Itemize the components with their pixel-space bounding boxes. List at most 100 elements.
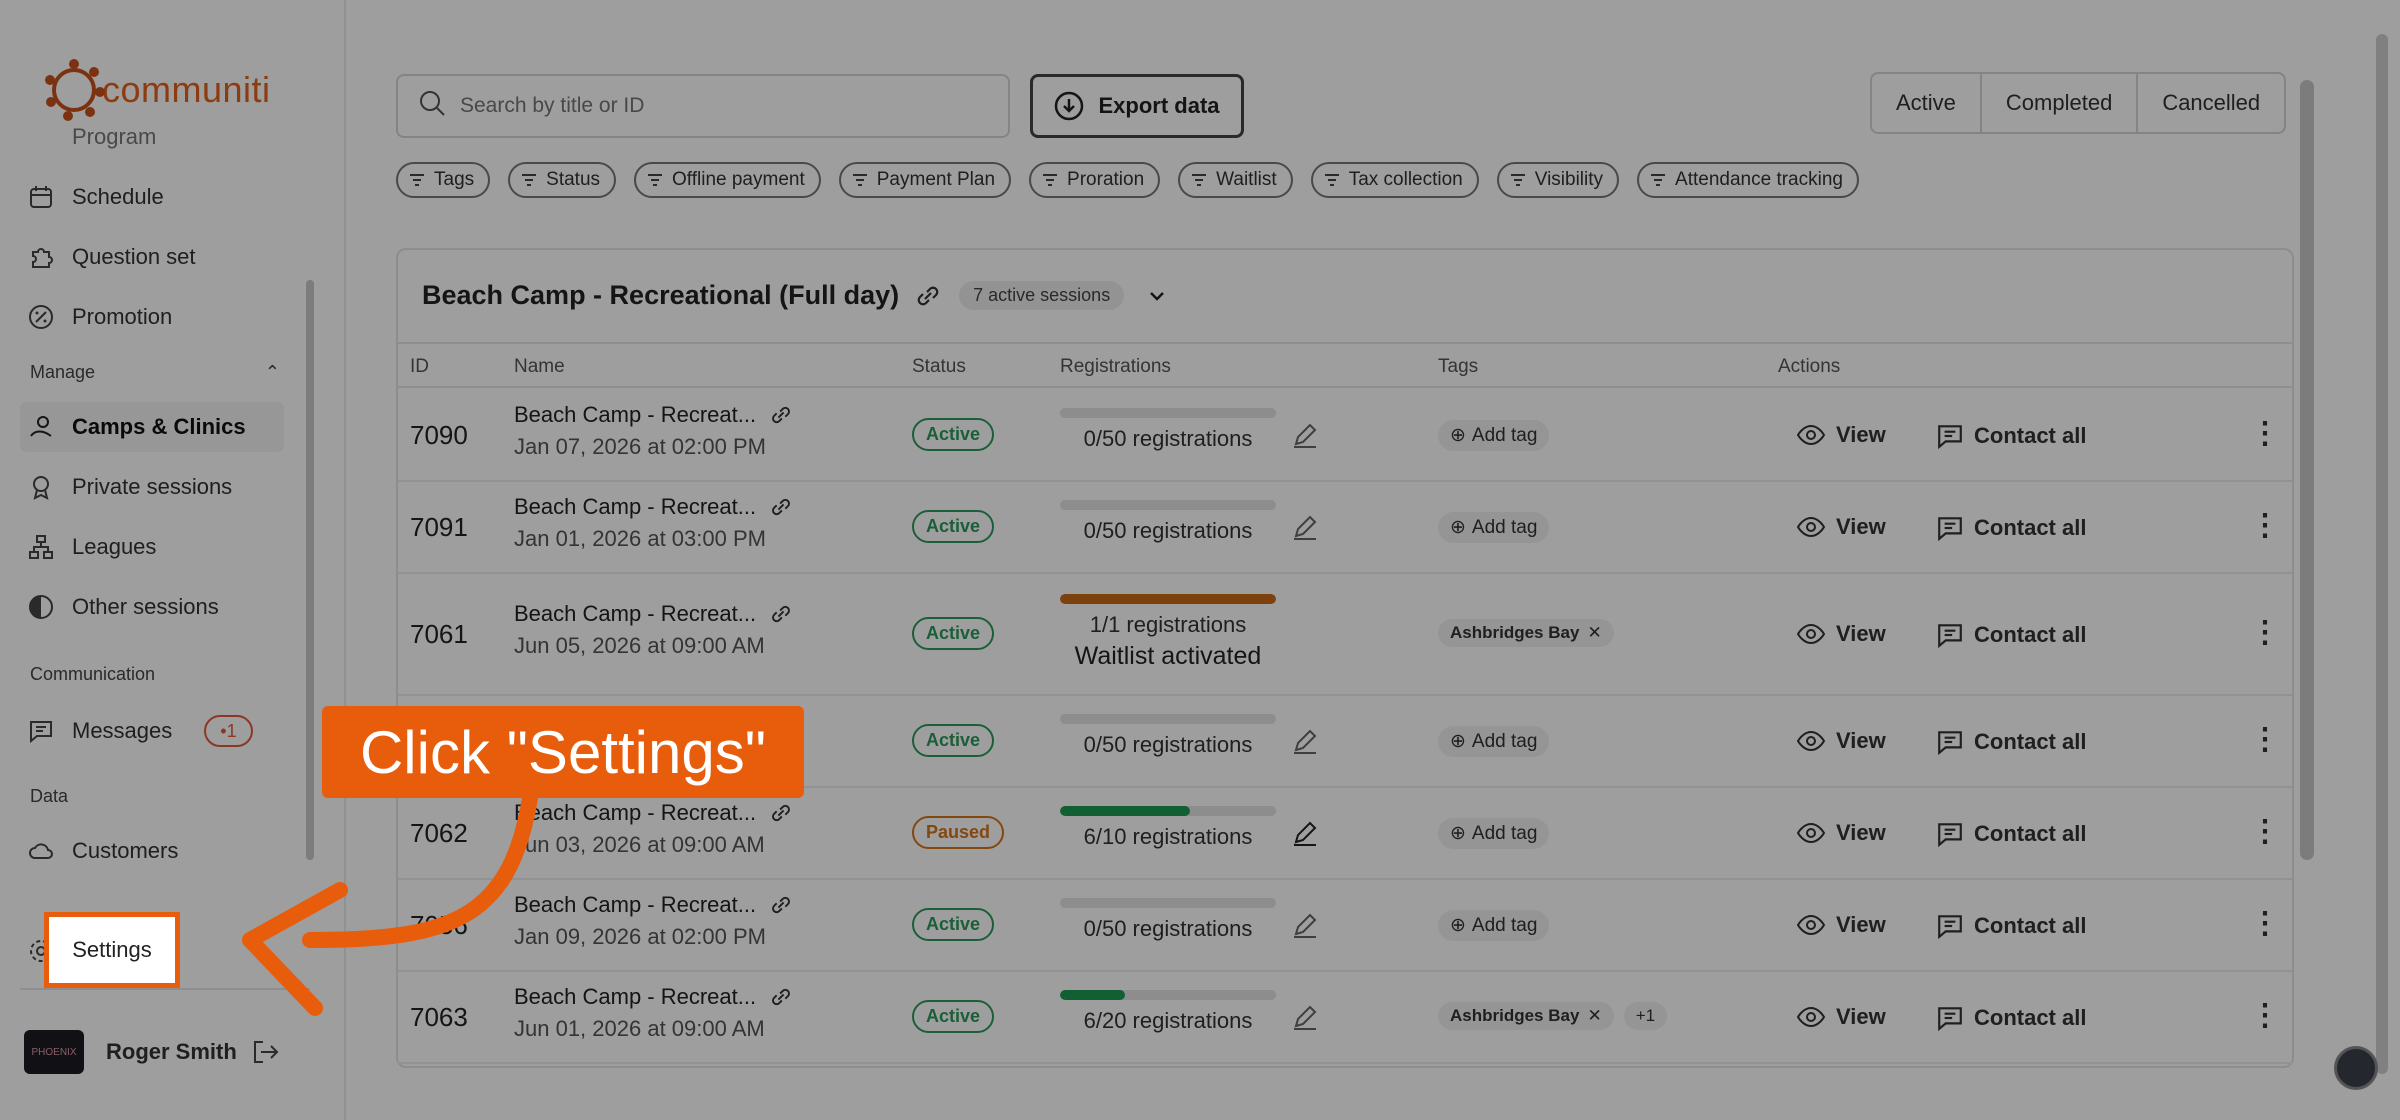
main-scrollbar[interactable] <box>2300 80 2314 860</box>
table-row[interactable]: 7062 Beach Camp - Recreat... Jun 03, 2026 … <box>398 788 2292 880</box>
view-button[interactable]: View <box>1796 728 1886 754</box>
sidebar-item-private-sessions[interactable]: Private sessions <box>26 462 232 512</box>
sidebar-item-leagues[interactable]: Leagues <box>26 522 156 572</box>
row-name[interactable]: Beach Camp - Recreat... <box>514 800 756 826</box>
row-name[interactable]: Beach Camp - Recreat... <box>514 601 756 627</box>
sidebar-item-customers[interactable]: Customers <box>26 826 178 876</box>
view-button[interactable]: View <box>1796 422 1886 448</box>
edit-icon[interactable] <box>1290 726 1320 756</box>
kebab-menu-icon[interactable]: ⋮ <box>2250 814 2280 849</box>
tab-completed[interactable]: Completed <box>1982 74 2139 132</box>
link-icon[interactable] <box>913 281 943 311</box>
search-box[interactable] <box>396 74 1010 138</box>
filter-label: Tax collection <box>1348 169 1463 190</box>
edit-icon[interactable] <box>1290 512 1320 542</box>
view-button[interactable]: View <box>1796 621 1886 647</box>
contact-all-button[interactable]: Contact all <box>1936 912 2086 940</box>
export-label: Export data <box>1098 93 1220 118</box>
row-name[interactable]: Beach Camp - Recreat... <box>514 984 756 1010</box>
filter-icon <box>851 171 869 189</box>
link-icon[interactable] <box>768 892 794 918</box>
filter-chip[interactable]: Offline payment <box>634 162 821 198</box>
sidebar-item-camps-clinics[interactable]: Camps & Clinics <box>20 402 284 452</box>
puzzle-icon <box>26 242 56 272</box>
page-scrollbar[interactable] <box>2376 34 2388 1074</box>
add-tag-button[interactable]: ⊕ Add tag <box>1438 420 1550 451</box>
kebab-menu-icon[interactable]: ⋮ <box>2250 906 2280 941</box>
filter-chip[interactable]: Waitlist <box>1178 162 1293 198</box>
help-chat-icon[interactable] <box>2334 1046 2378 1090</box>
edit-icon[interactable] <box>1290 420 1320 450</box>
link-icon[interactable] <box>768 494 794 520</box>
table-row[interactable]: 7091 Beach Camp - Recreat... Jan 01, 2026 … <box>398 482 2292 574</box>
contact-all-button[interactable]: Contact all <box>1936 728 2086 756</box>
manage-section-header[interactable]: Manage ⌃ <box>30 362 280 383</box>
chevron-down-icon[interactable] <box>1146 285 1168 307</box>
add-tag-button[interactable]: ⊕ Add tag <box>1438 512 1550 543</box>
edit-icon[interactable] <box>1290 1002 1320 1032</box>
close-icon[interactable]: ✕ <box>1587 1006 1601 1026</box>
link-icon[interactable] <box>768 402 794 428</box>
contact-all-button[interactable]: Contact all <box>1936 1004 2086 1032</box>
tab-active[interactable]: Active <box>1872 74 1982 132</box>
view-button[interactable]: View <box>1796 1004 1886 1030</box>
edit-icon[interactable] <box>1290 910 1320 940</box>
export-data-button[interactable]: Export data <box>1030 74 1244 138</box>
sidebar-item-promotion[interactable]: Promotion <box>26 292 172 342</box>
kebab-menu-icon[interactable]: ⋮ <box>2250 722 2280 757</box>
sidebar-scrollbar[interactable] <box>306 280 314 860</box>
kebab-menu-icon[interactable]: ⋮ <box>2250 998 2280 1033</box>
kebab-menu-icon[interactable]: ⋮ <box>2250 615 2280 650</box>
row-name[interactable]: Beach Camp - Recreat... <box>514 402 756 428</box>
view-button[interactable]: View <box>1796 820 1886 846</box>
more-tags-badge[interactable]: +1 <box>1623 1002 1668 1030</box>
table-row[interactable]: 7063 Beach Camp - Recreat... Jun 01, 2026 … <box>398 972 2292 1064</box>
table-row[interactable]: 7061 Beach Camp - Recreat... Jun 05, 2026 … <box>398 574 2292 696</box>
add-tag-button[interactable]: ⊕ Add tag <box>1438 818 1550 849</box>
row-name[interactable]: Beach Camp - Recreat... <box>514 494 756 520</box>
link-icon[interactable] <box>768 601 794 627</box>
sidebar-item-other-sessions[interactable]: Other sessions <box>26 582 219 632</box>
sidebar-item-program[interactable]: Program <box>26 112 156 162</box>
view-button[interactable]: View <box>1796 912 1886 938</box>
link-icon[interactable] <box>768 984 794 1010</box>
search-input[interactable] <box>460 94 980 118</box>
row-name[interactable]: Beach Camp - Recreat... <box>514 892 756 918</box>
filter-chip[interactable]: Status <box>508 162 617 198</box>
settings-highlight[interactable]: Settings <box>44 912 180 988</box>
registration-progress-bar <box>1060 898 1276 908</box>
status-badge: Active <box>912 617 995 650</box>
registration-count: 1/1 registrations <box>1089 612 1247 637</box>
tag-chip[interactable]: Ashbridges Bay ✕ <box>1438 1002 1614 1030</box>
close-icon[interactable]: ✕ <box>1587 623 1601 643</box>
table-row[interactable]: 7090 Beach Camp - Recreat... Jan 07, 2026 … <box>398 390 2292 482</box>
sidebar-item-messages[interactable]: Messages • 1 <box>26 706 253 756</box>
filter-chip[interactable]: Visibility <box>1496 162 1620 198</box>
contact-all-button[interactable]: Contact all <box>1936 621 2086 649</box>
contact-all-button[interactable]: Contact all <box>1936 514 2086 542</box>
contact-all-button[interactable]: Contact all <box>1936 422 2086 450</box>
kebab-menu-icon[interactable]: ⋮ <box>2250 508 2280 543</box>
sidebar-item-schedule[interactable]: Schedule <box>26 172 164 222</box>
add-tag-button[interactable]: ⊕ Add tag <box>1438 726 1550 757</box>
filter-chip[interactable]: Tax collection <box>1310 162 1479 198</box>
add-tag-button[interactable]: ⊕ Add tag <box>1438 910 1550 941</box>
tag-chip[interactable]: Ashbridges Bay ✕ <box>1438 619 1614 647</box>
view-button[interactable]: View <box>1796 514 1886 540</box>
logout-icon[interactable] <box>251 1038 279 1066</box>
sidebar-item-question-set[interactable]: Question set <box>26 232 196 282</box>
sidebar-item-label: Question set <box>72 244 196 269</box>
add-tag-label: Add tag <box>1471 822 1538 844</box>
table-row[interactable]: 7056 Beach Camp - Recreat... Jan 09, 2026 … <box>398 880 2292 972</box>
filter-chip[interactable]: Payment Plan <box>838 162 1012 198</box>
link-icon[interactable] <box>768 800 794 826</box>
filter-chip[interactable]: Proration <box>1029 162 1161 198</box>
contact-all-button[interactable]: Contact all <box>1936 820 2086 848</box>
filter-chip[interactable]: Tags <box>396 162 491 198</box>
filter-chip[interactable]: Attendance tracking <box>1637 162 1859 198</box>
kebab-menu-icon[interactable]: ⋮ <box>2250 416 2280 451</box>
user-profile[interactable]: PHOENIX Roger Smith <box>24 1030 279 1074</box>
edit-icon[interactable] <box>1290 818 1320 848</box>
filter-icon <box>1190 171 1208 189</box>
tab-cancelled[interactable]: Cancelled <box>2138 74 2284 132</box>
